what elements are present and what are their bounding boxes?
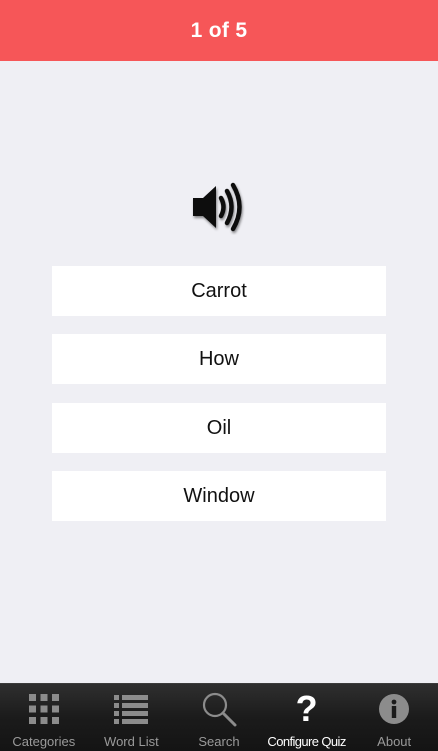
quiz-content: Carrot How Oil Window <box>0 61 438 683</box>
info-icon <box>376 691 412 727</box>
tab-search[interactable]: Search <box>175 684 263 751</box>
tab-bar: Categories Word List Search ? Configure … <box>0 683 438 751</box>
list-icon <box>113 691 149 727</box>
tab-about[interactable]: About <box>350 684 438 751</box>
grid-icon <box>26 691 62 727</box>
header-bar: 1 of 5 <box>0 0 438 61</box>
question-mark-icon: ? <box>295 688 318 729</box>
tab-label-word-list: Word List <box>104 734 159 749</box>
answer-button-2[interactable]: How <box>52 334 386 384</box>
tab-label-about: About <box>377 734 412 749</box>
tab-label-categories: Categories <box>12 734 76 749</box>
tab-categories[interactable]: Categories <box>0 684 88 751</box>
answer-button-3[interactable]: Oil <box>52 403 386 453</box>
speaker-volume-icon <box>193 182 242 232</box>
tab-label-search: Search <box>198 734 240 749</box>
progress-title: 1 of 5 <box>190 18 248 42</box>
magnifier-icon <box>201 691 237 727</box>
answer-button-1[interactable]: Carrot <box>52 266 386 316</box>
tab-configure-quiz[interactable]: ? Configure Quiz <box>263 684 351 751</box>
tab-label-configure-quiz: Configure Quiz <box>267 734 346 749</box>
answer-button-4[interactable]: Window <box>52 471 386 521</box>
speaker-icon[interactable] <box>189 179 247 235</box>
tab-word-list[interactable]: Word List <box>88 684 176 751</box>
